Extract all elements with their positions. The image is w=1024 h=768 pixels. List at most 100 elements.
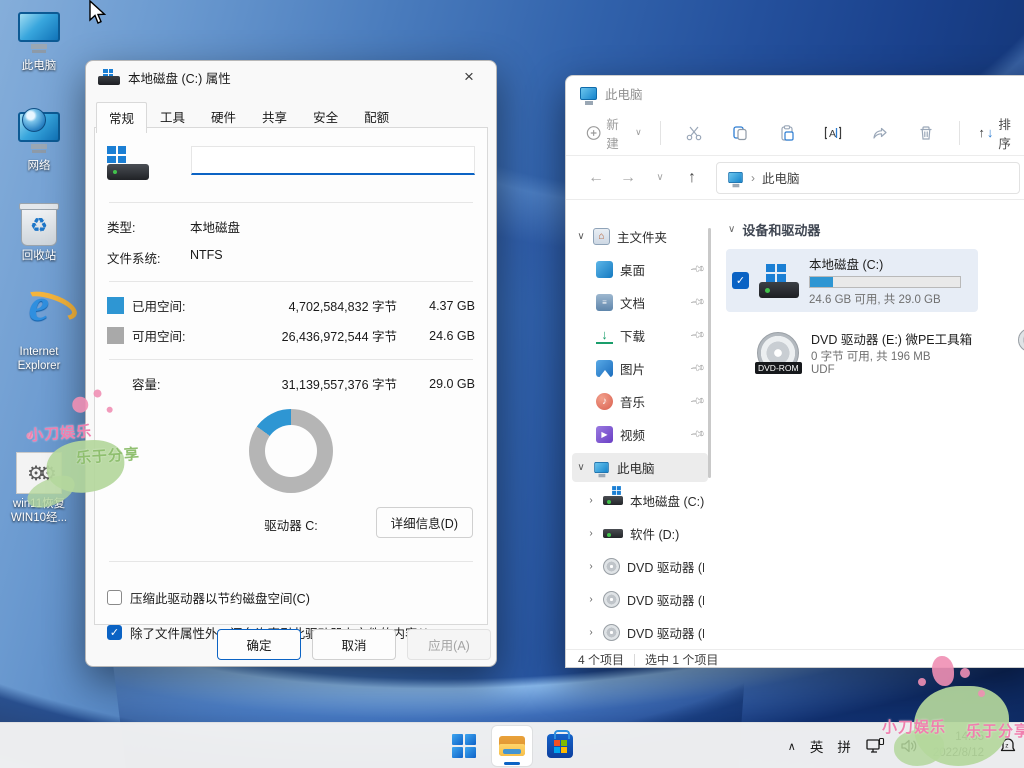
sidebar-item-drive-d[interactable]: › 软件 (D:) [572,519,708,548]
sidebar-item-videos[interactable]: ▶ 视频 📌︎ [572,420,708,449]
time: 14:55 [933,730,984,746]
taskbar-clock[interactable]: 14:55 2022/8/12 [933,730,984,761]
windows-logo-icon [452,734,476,758]
sidebar-item-dvd-e[interactable]: › DVD 驱动器 (E [572,552,708,581]
copy-button[interactable] [717,124,763,142]
section-devices-and-drives[interactable]: ∨ 设备和驱动器 [728,220,1024,239]
notification-bell-icon[interactable]: z [998,736,1018,756]
pin-icon: 📌︎ [689,294,706,311]
desktop-icon-win11-restore[interactable]: ⚙⚙ win11恢复 WIN10经... [0,452,78,526]
sidebar-item-downloads[interactable]: ↓ 下载 📌︎ [572,321,708,350]
chevron-right-icon[interactable]: › [586,528,596,539]
paste-button[interactable] [764,124,810,142]
sidebar-item-this-pc[interactable]: ∨ 此电脑 [572,453,708,482]
sidebar-item-dvd-f[interactable]: › DVD 驱动器 (F [572,585,708,614]
status-selected-count: 选中 1 个项目 [645,651,718,668]
start-button[interactable] [444,726,484,766]
cut-button[interactable] [671,124,717,142]
capacity-label: 容量: [132,374,207,393]
used-space-size: 4.37 GB [397,299,475,313]
sidebar-item-pictures[interactable]: 图片 📌︎ [572,354,708,383]
downloads-folder-icon: ↓ [596,327,613,344]
sidebar-item-documents[interactable]: ≡ 文档 📌︎ [572,288,708,317]
trash-icon [917,124,935,142]
sort-arrows-icon: ↓ [987,125,994,140]
history-dropdown-button[interactable]: ∨ [644,172,676,183]
details-button[interactable]: 详细信息(D) [376,507,473,538]
desktop-icon-label: 网络 [0,159,78,173]
status-item-count: 4 个项目 [578,651,624,668]
chevron-right-icon[interactable]: › [586,627,596,638]
sort-button[interactable]: ↑↓ 排序 [978,114,1022,152]
chevron-right-icon[interactable]: › [586,594,596,605]
ok-button[interactable]: 确定 [217,629,301,660]
pin-icon: 📌︎ [689,426,706,443]
sidebar-item-label: 文档 [620,293,684,312]
drive-icon [603,496,623,505]
explorer-navbar: ← → ∨ ↑ › 此电脑 [566,156,1024,200]
type-label: 类型: [107,217,190,236]
sidebar-item-drive-c[interactable]: › 本地磁盘 (C:) [572,486,708,515]
tab-tools[interactable]: 工具 [147,101,198,132]
sidebar-item-label: 桌面 [620,260,684,279]
taskbar-store-button[interactable] [540,726,580,766]
checkbox-checked-icon[interactable]: ✓ [732,272,749,289]
sort-label: 排序 [998,114,1022,152]
sidebar-item-label: 下载 [620,326,684,345]
ime-mode-indicator[interactable]: 拼 [837,736,851,756]
tray-chevron-up-icon[interactable]: ∧ [788,740,796,753]
this-pc-icon [594,462,608,473]
forward-button[interactable]: → [612,169,644,187]
used-space-swatch [107,297,124,314]
desktop-icon-network[interactable]: 网络 [0,112,78,173]
back-button[interactable]: ← [580,169,612,187]
speaker-icon[interactable] [899,737,919,755]
tab-hardware[interactable]: 硬件 [198,101,249,132]
status-divider [634,654,635,666]
address-bar[interactable]: › 此电脑 [716,162,1020,194]
home-icon: ⌂ [593,228,610,245]
sidebar-scrollbar[interactable] [708,228,711,478]
share-button[interactable] [857,124,903,142]
tab-quota[interactable]: 配额 [351,101,402,132]
chevron-right-icon[interactable]: › [586,561,596,572]
rename-button[interactable]: A [810,124,856,142]
cancel-button[interactable]: 取消 [312,629,396,660]
sidebar-item-home[interactable]: ∨ ⌂ 主文件夹 [572,222,708,251]
sidebar-item-dvd-f2[interactable]: › DVD 驱动器 (F:) [572,618,708,647]
filesystem-value: NTFS [190,248,223,267]
sidebar-item-music[interactable]: ♪ 音乐 📌︎ [572,387,708,416]
delete-button[interactable] [903,124,949,142]
compress-checkbox-row[interactable]: 压缩此驱动器以节约磁盘空间(C) [107,588,475,607]
network-icon[interactable] [865,737,885,755]
close-icon[interactable]: × [454,67,484,87]
desktop-icon-recycle-bin[interactable]: ♻ 回收站 [0,206,78,263]
drive-tile-dvd-e[interactable]: DVD-ROM DVD 驱动器 (E:) 微PE工具箱 0 字节 可用, 共 1… [726,324,978,381]
ime-language-indicator[interactable]: 英 [810,736,824,756]
new-button[interactable]: 新建 ∨ [578,108,650,158]
breadcrumb[interactable]: 此电脑 [762,168,800,187]
tab-security[interactable]: 安全 [300,101,351,132]
apply-button[interactable]: 应用(A) [407,629,491,660]
desktop-icon-internet-explorer[interactable]: e Internet Explorer [0,284,78,374]
volume-name-input[interactable] [191,146,475,175]
desktop-icon-this-pc[interactable]: 此电脑 [0,12,78,73]
dialog-titlebar[interactable]: 本地磁盘 (C:) 属性 × [86,61,496,93]
tab-sharing[interactable]: 共享 [249,101,300,132]
videos-folder-icon: ▶ [596,426,613,443]
tab-general[interactable]: 常规 [96,102,147,133]
free-space-row: 可用空间: 26,436,972,544 字节 24.6 GB [107,326,475,345]
chevron-right-icon[interactable]: › [586,495,596,506]
dvd-icon [603,624,620,641]
explorer-titlebar[interactable]: 此电脑 [566,76,1024,110]
chevron-down-icon[interactable]: ∨ [576,231,586,242]
chevron-down-icon[interactable]: ∨ [576,462,586,473]
explorer-window: 此电脑 新建 ∨ A ↑↓ 排序 ← [565,75,1024,668]
taskbar-file-explorer-button[interactable] [492,726,532,766]
drive-tile-c[interactable]: ✓ 本地磁盘 (C:) 24.6 GB 可用, 共 29.0 GB [726,249,978,312]
drive-filesystem: UDF [811,364,972,376]
sidebar-item-desktop[interactable]: 桌面 📌︎ [572,255,708,284]
checkbox-unchecked[interactable] [107,590,122,605]
up-button[interactable]: ↑ [676,169,708,187]
capacity-donut [249,409,333,493]
